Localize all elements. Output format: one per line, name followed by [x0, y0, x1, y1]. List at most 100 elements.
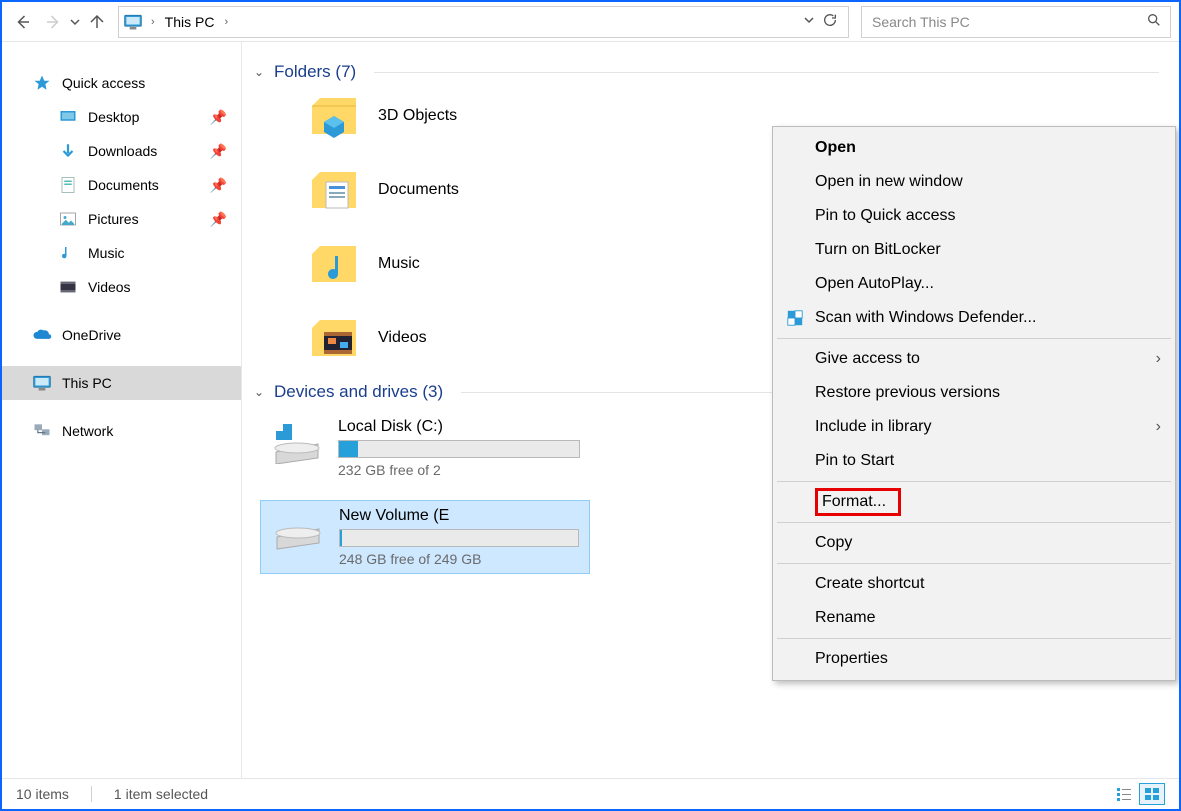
breadcrumb-chevron-icon[interactable]: ›: [145, 16, 161, 28]
nav-label: Downloads: [88, 143, 157, 159]
ctx-label: Copy: [815, 534, 852, 552]
divider: [374, 72, 1159, 73]
pin-icon: 📌: [210, 211, 227, 228]
status-separator: [91, 786, 92, 802]
group-header-folders[interactable]: ⌄ Folders (7): [252, 62, 1159, 82]
ctx-label: Properties: [815, 650, 888, 668]
nav-downloads[interactable]: Downloads 📌: [2, 134, 241, 168]
collapse-icon: ⌄: [252, 385, 266, 399]
ctx-separator: [777, 563, 1171, 564]
nav-network[interactable]: Network: [2, 414, 241, 448]
ctx-separator: [777, 638, 1171, 639]
network-icon: [32, 422, 52, 440]
pin-icon: 📌: [210, 143, 227, 160]
forward-button[interactable]: [40, 9, 66, 35]
back-button[interactable]: [10, 9, 36, 35]
ctx-properties[interactable]: Properties: [775, 642, 1173, 676]
ctx-label: Include in library: [815, 418, 932, 436]
3d-objects-icon: [308, 92, 360, 140]
recent-locations-dropdown[interactable]: [70, 17, 80, 27]
navigation-pane: Quick access Desktop 📌 Downloads 📌 Docum…: [2, 42, 242, 779]
ctx-copy[interactable]: Copy: [775, 526, 1173, 560]
ctx-include-library[interactable]: Include in library ›: [775, 410, 1173, 444]
ctx-open[interactable]: Open: [775, 131, 1173, 165]
drive-usage-bar: [338, 440, 580, 458]
folder-label: Documents: [378, 181, 459, 199]
submenu-arrow-icon: ›: [1156, 350, 1161, 368]
folder-videos[interactable]: Videos: [308, 314, 568, 362]
nav-onedrive[interactable]: OneDrive: [2, 318, 241, 352]
nav-this-pc[interactable]: This PC: [2, 366, 241, 400]
nav-pictures[interactable]: Pictures 📌: [2, 202, 241, 236]
folder-3d-objects[interactable]: 3D Objects: [308, 92, 568, 140]
ctx-label: Create shortcut: [815, 575, 924, 593]
submenu-arrow-icon: ›: [1156, 418, 1161, 436]
breadcrumb-chevron-icon[interactable]: ›: [218, 16, 234, 28]
nav-label: Documents: [88, 177, 159, 193]
ctx-windows-defender[interactable]: Scan with Windows Defender...: [775, 301, 1173, 335]
chevron-down-icon: [804, 15, 814, 25]
ctx-restore-versions[interactable]: Restore previous versions: [775, 376, 1173, 410]
ctx-autoplay[interactable]: Open AutoPlay...: [775, 267, 1173, 301]
nav-desktop[interactable]: Desktop 📌: [2, 100, 241, 134]
ctx-label: Pin to Start: [815, 452, 894, 470]
documents-icon: [58, 176, 78, 194]
collapse-icon: ⌄: [252, 65, 266, 79]
music-folder-icon: [308, 240, 360, 288]
ctx-label: Turn on BitLocker: [815, 241, 941, 259]
tiles-view-button[interactable]: [1139, 783, 1165, 805]
address-bar-controls: [804, 12, 844, 31]
tiles-view-icon: [1144, 787, 1160, 801]
up-button[interactable]: [84, 9, 110, 35]
view-mode-buttons: [1111, 783, 1165, 805]
arrow-right-icon: [44, 13, 62, 31]
ctx-create-shortcut[interactable]: Create shortcut: [775, 567, 1173, 601]
folder-label: Music: [378, 255, 420, 273]
address-history-dropdown[interactable]: [804, 15, 814, 28]
drive-local-c[interactable]: Local Disk (C:) 232 GB free of 2: [260, 412, 590, 484]
pin-icon: 📌: [210, 109, 227, 126]
refresh-button[interactable]: [816, 12, 844, 31]
drive-icon: [271, 507, 325, 553]
ctx-label: Scan with Windows Defender...: [815, 309, 1036, 327]
nav-music[interactable]: Music: [2, 236, 241, 270]
ctx-rename[interactable]: Rename: [775, 601, 1173, 635]
search-box[interactable]: [861, 6, 1171, 38]
quick-access-icon: [32, 74, 52, 92]
status-item-count: 10 items: [16, 786, 69, 802]
nav-label: Desktop: [88, 109, 139, 125]
folder-music[interactable]: Music: [308, 240, 568, 288]
ctx-label: Open: [815, 139, 856, 157]
address-bar[interactable]: › This PC ›: [118, 6, 849, 38]
folder-documents[interactable]: Documents: [308, 166, 568, 214]
folder-label: 3D Objects: [378, 107, 457, 125]
drive-name: Local Disk (C:): [338, 418, 580, 436]
nav-label: This PC: [62, 375, 112, 391]
nav-videos[interactable]: Videos: [2, 270, 241, 304]
drive-new-volume-e[interactable]: New Volume (E 248 GB free of 249 GB: [260, 500, 590, 574]
ctx-open-new-window[interactable]: Open in new window: [775, 165, 1173, 199]
documents-folder-icon: [308, 166, 360, 214]
ctx-pin-quick-access[interactable]: Pin to Quick access: [775, 199, 1173, 233]
pin-icon: 📌: [210, 177, 227, 194]
nav-label: Quick access: [62, 75, 145, 91]
arrow-up-icon: [88, 13, 106, 31]
ctx-pin-start[interactable]: Pin to Start: [775, 444, 1173, 478]
search-input[interactable]: [870, 13, 1146, 31]
ctx-bitlocker[interactable]: Turn on BitLocker: [775, 233, 1173, 267]
details-view-button[interactable]: [1111, 783, 1137, 805]
nav-documents[interactable]: Documents 📌: [2, 168, 241, 202]
ctx-label: Give access to: [815, 350, 920, 368]
context-menu: Open Open in new window Pin to Quick acc…: [772, 126, 1176, 681]
onedrive-icon: [32, 326, 52, 344]
ctx-label: Open AutoPlay...: [815, 275, 934, 293]
videos-folder-icon: [308, 314, 360, 362]
ctx-format[interactable]: Format...: [775, 485, 1173, 519]
ctx-give-access-to[interactable]: Give access to ›: [775, 342, 1173, 376]
pictures-icon: [58, 210, 78, 228]
breadcrumb-this-pc[interactable]: This PC: [165, 14, 215, 30]
ctx-label: Open in new window: [815, 173, 963, 191]
toolbar: › This PC ›: [2, 2, 1179, 42]
drive-icon: [270, 418, 324, 464]
nav-quick-access[interactable]: Quick access: [2, 66, 241, 100]
